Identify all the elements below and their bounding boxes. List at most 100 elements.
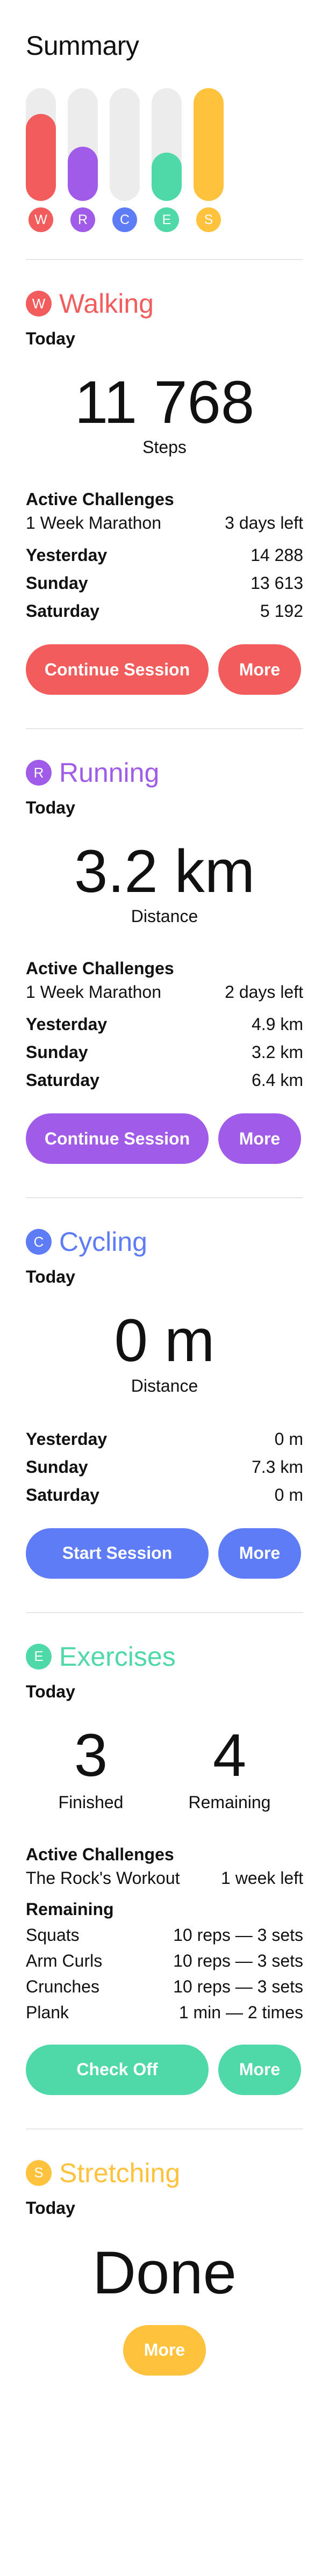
today-label: Today	[26, 1267, 75, 1287]
running-badge-icon: R	[70, 207, 95, 232]
challenge-status: 2 days left	[225, 982, 303, 1002]
continue-session-button[interactable]: Continue Session	[26, 1113, 209, 1164]
stretching-badge-icon: S	[26, 2160, 52, 2186]
summary-bar-walking[interactable]: W	[26, 88, 56, 232]
history-row: Saturday 5 192	[26, 597, 303, 625]
stretching-badge-icon: S	[196, 207, 221, 232]
challenge-name: The Rock's Workout	[26, 1868, 180, 1888]
history-value: 13 613	[251, 573, 303, 593]
history-row: Saturday 6.4 km	[26, 1066, 303, 1094]
finished-stat: 3 Finished	[59, 1722, 124, 1812]
running-section: R Running Today 3.2 km Distance Active C…	[26, 729, 303, 1164]
challenge-name: 1 Week Marathon	[26, 513, 161, 533]
history-value: 3.2 km	[251, 1042, 303, 1062]
history-day: Sunday	[26, 573, 88, 593]
page-title: Summary	[26, 31, 139, 61]
challenge-row[interactable]: 1 Week Marathon 3 days left	[26, 512, 303, 534]
history-list: Yesterday 0 m Sunday 7.3 km Saturday 0 m	[26, 1425, 303, 1509]
walking-section: W Walking Today 11 768 Steps Active Chal…	[26, 260, 303, 695]
remaining-heading: Remaining	[26, 1899, 114, 1919]
distance-value: 0 m	[114, 1307, 215, 1375]
exercise-detail: 10 reps — 3 sets	[173, 1925, 303, 1945]
exercises-title: Exercises	[59, 1641, 176, 1672]
distance-label: Distance	[131, 1376, 198, 1395]
history-list: Yesterday 14 288 Sunday 13 613 Saturday 5 1…	[26, 541, 303, 625]
active-challenges-heading: Active Challenges	[26, 490, 174, 509]
walking-badge-icon: W	[26, 291, 52, 316]
exercise-name: Crunches	[26, 1976, 99, 1996]
stretching-status: Done	[92, 2239, 237, 2306]
more-button[interactable]: More	[218, 1528, 301, 1579]
history-day: Sunday	[26, 1457, 88, 1477]
cycling-badge-icon: C	[26, 1229, 52, 1255]
history-day: Yesterday	[26, 1014, 108, 1034]
history-value: 14 288	[251, 545, 303, 565]
history-row: Sunday 13 613	[26, 569, 303, 597]
exercise-row[interactable]: Arm Curls 10 reps — 3 sets	[26, 1948, 303, 1974]
finished-label: Finished	[58, 1792, 124, 1812]
exercise-name: Plank	[26, 2002, 69, 2022]
bar-fill	[68, 147, 98, 201]
summary-bar-exercises[interactable]: E	[152, 88, 182, 232]
history-day: Yesterday	[26, 545, 108, 565]
bar-fill	[152, 152, 182, 201]
summary-bar-running[interactable]: R	[68, 88, 98, 232]
exercise-list: Squats 10 reps — 3 sets Arm Curls 10 reps …	[26, 1922, 303, 2025]
walking-badge-icon: W	[28, 207, 53, 232]
exercise-detail: 10 reps — 3 sets	[173, 1951, 303, 1970]
stretching-section: S Stretching Today Done More	[26, 2129, 303, 2376]
finished-count: 3	[74, 1721, 108, 1789]
remaining-stat: 4 Remaining	[189, 1722, 271, 1812]
more-button[interactable]: More	[123, 2325, 206, 2376]
cycling-title: Cycling	[59, 1227, 147, 1257]
exercises-badge-icon: E	[26, 1643, 52, 1670]
history-row: Yesterday 0 m	[26, 1425, 303, 1453]
today-label: Today	[26, 1681, 75, 1701]
challenge-row[interactable]: The Rock's Workout 1 week left	[26, 1867, 303, 1889]
history-day: Sunday	[26, 1042, 88, 1062]
exercises-section: E Exercises Today 3 Finished 4 Remaining…	[26, 1613, 303, 2095]
summary-bars: W R C E S	[26, 76, 303, 232]
check-off-button[interactable]: Check Off	[26, 2044, 209, 2095]
history-value: 6.4 km	[251, 1070, 303, 1090]
exercise-name: Squats	[26, 1925, 80, 1945]
history-value: 0 m	[274, 1429, 303, 1449]
history-value: 4.9 km	[251, 1014, 303, 1034]
stretching-title: Stretching	[59, 2157, 181, 2188]
continue-session-button[interactable]: Continue Session	[26, 644, 209, 695]
start-session-button[interactable]: Start Session	[26, 1528, 209, 1579]
today-label: Today	[26, 329, 75, 348]
exercise-row[interactable]: Squats 10 reps — 3 sets	[26, 1922, 303, 1948]
history-day: Saturday	[26, 1485, 99, 1505]
history-day: Saturday	[26, 601, 99, 621]
active-challenges-heading: Active Challenges	[26, 959, 174, 978]
today-label: Today	[26, 2198, 75, 2218]
active-challenges-heading: Active Challenges	[26, 1844, 174, 1864]
more-button[interactable]: More	[218, 1113, 301, 1164]
challenge-status: 1 week left	[221, 1868, 303, 1888]
more-button[interactable]: More	[218, 2044, 301, 2095]
history-row: Yesterday 4.9 km	[26, 1010, 303, 1038]
exercise-row[interactable]: Crunches 10 reps — 3 sets	[26, 1974, 303, 1999]
history-row: Saturday 0 m	[26, 1481, 303, 1509]
summary-bar-stretching[interactable]: S	[194, 88, 224, 232]
bar-fill	[26, 114, 56, 201]
running-badge-icon: R	[26, 760, 52, 786]
cycling-badge-icon: C	[112, 207, 137, 232]
bar-track	[68, 88, 98, 201]
bar-track	[194, 88, 224, 201]
exercise-row[interactable]: Plank 1 min — 2 times	[26, 1999, 303, 2025]
history-day: Saturday	[26, 1070, 99, 1090]
history-value: 0 m	[274, 1485, 303, 1505]
more-button[interactable]: More	[218, 644, 301, 695]
remaining-count: 4	[212, 1721, 247, 1789]
challenge-row[interactable]: 1 Week Marathon 2 days left	[26, 981, 303, 1003]
cycling-section: C Cycling Today 0 m Distance Yesterday 0 …	[26, 1198, 303, 1579]
history-row: Sunday 3.2 km	[26, 1038, 303, 1066]
summary-bar-cycling[interactable]: C	[110, 88, 140, 232]
bar-fill	[194, 88, 224, 201]
history-value: 5 192	[260, 601, 303, 621]
history-row: Yesterday 14 288	[26, 541, 303, 569]
steps-value: 11 768	[74, 369, 255, 436]
history-value: 7.3 km	[251, 1457, 303, 1477]
